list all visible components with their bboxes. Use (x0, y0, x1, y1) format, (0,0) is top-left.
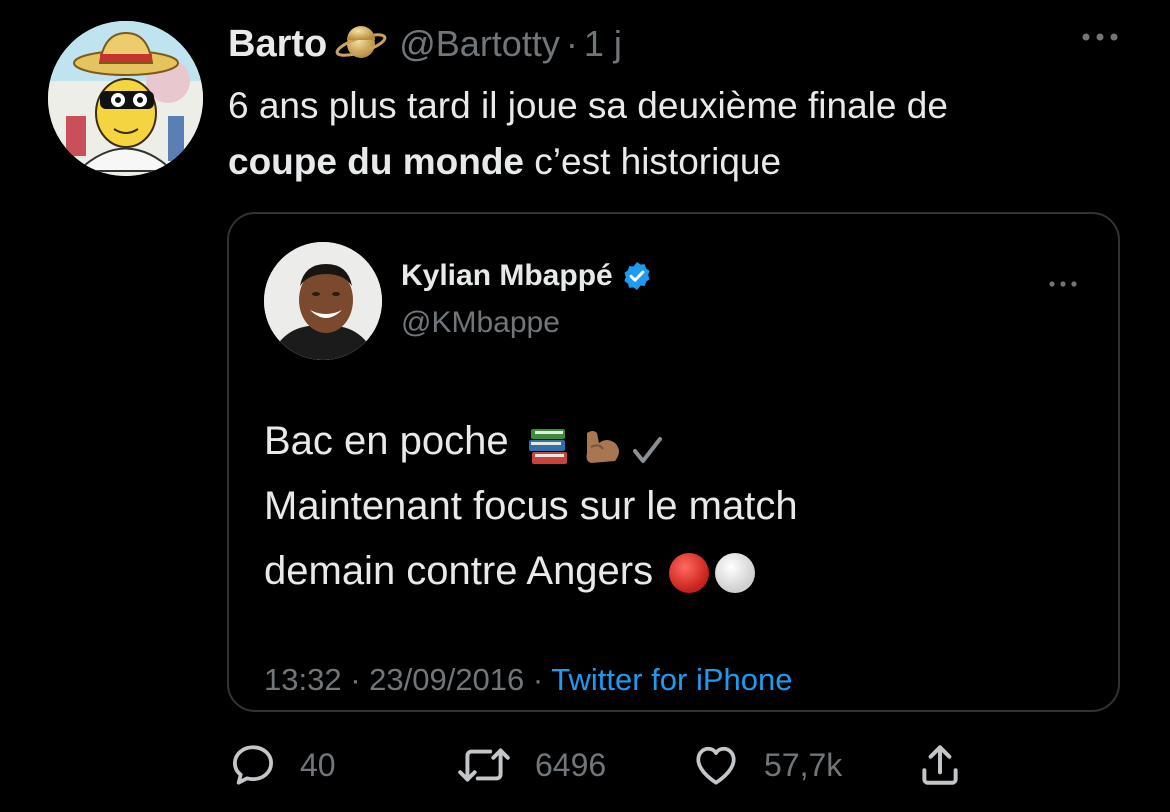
tweet-header: Barto @Bartotty · 1 j (228, 18, 622, 70)
tweet-text-part2: c’est historique (534, 141, 782, 182)
quoted-tweet-meta: 13:32 · 23/09/2016 · Twitter for iPhone (264, 662, 793, 698)
share-icon (922, 745, 958, 785)
quoted-text-line-3: demain contre Angers (264, 539, 1084, 604)
quoted-text-line-1: Bac en poche (264, 409, 1084, 474)
quoted-author-row: Kylian Mbappé (401, 259, 653, 293)
retweet-count: 6496 (535, 746, 607, 783)
planet-icon (333, 22, 389, 66)
red-circle-icon (667, 550, 711, 594)
quoted-author-handle[interactable]: @KMbappe (401, 306, 560, 340)
tweet-text: 6 ans plus tard il joue sa deuxième fina… (228, 78, 1128, 190)
quoted-line1-text: Bac en poche (264, 419, 509, 463)
author-display-name[interactable]: Barto (228, 23, 327, 66)
reply-button[interactable]: 40 (228, 740, 336, 790)
white-circle-icon (713, 550, 757, 594)
like-button[interactable]: 57,7k (690, 740, 842, 790)
dot-separator: · (565, 23, 578, 64)
check-mark-icon (629, 424, 665, 463)
heart-icon (696, 746, 736, 785)
quoted-tweet-card[interactable]: Kylian Mbappé @KMbappe Bac en poche Main… (227, 212, 1120, 712)
tweet-text-part1: 6 ans plus tard il joue sa deuxième fina… (228, 85, 948, 126)
quoted-line3-text: demain contre Angers (264, 549, 654, 593)
quoted-text-line-2: Maintenant focus sur le match (264, 474, 1084, 539)
reply-icon (233, 745, 273, 785)
like-count: 57,7k (764, 746, 843, 783)
books-icon (527, 422, 571, 464)
verified-badge-icon (621, 260, 653, 292)
author-avatar[interactable] (48, 21, 203, 176)
quoted-author-name[interactable]: Kylian Mbappé (401, 259, 613, 293)
tweet-time[interactable]: 1 j (584, 23, 622, 65)
quoted-tweet-text: Bac en poche Maintenant focus sur le mat… (264, 409, 1084, 604)
quoted-line2-text: Maintenant focus sur le match (264, 484, 798, 528)
quoted-source-link[interactable]: Twitter for iPhone (551, 662, 792, 697)
reply-count: 40 (300, 746, 336, 783)
quoted-more-options-icon[interactable] (1048, 276, 1078, 287)
author-handle[interactable]: @Bartotty (399, 23, 560, 65)
quoted-timestamp[interactable]: 13:32 · 23/09/2016 · (264, 662, 543, 697)
share-button[interactable] (915, 740, 965, 790)
retweet-button[interactable]: 6496 (455, 740, 606, 790)
tweet-text-bold: coupe du monde (228, 141, 524, 182)
quoted-author-avatar[interactable] (264, 242, 382, 360)
more-options-icon[interactable] (1080, 30, 1120, 42)
tweet-actions-bar: 40 6496 57,7k (0, 740, 1170, 796)
flexed-biceps-icon (581, 422, 625, 463)
retweet-icon (458, 748, 510, 782)
